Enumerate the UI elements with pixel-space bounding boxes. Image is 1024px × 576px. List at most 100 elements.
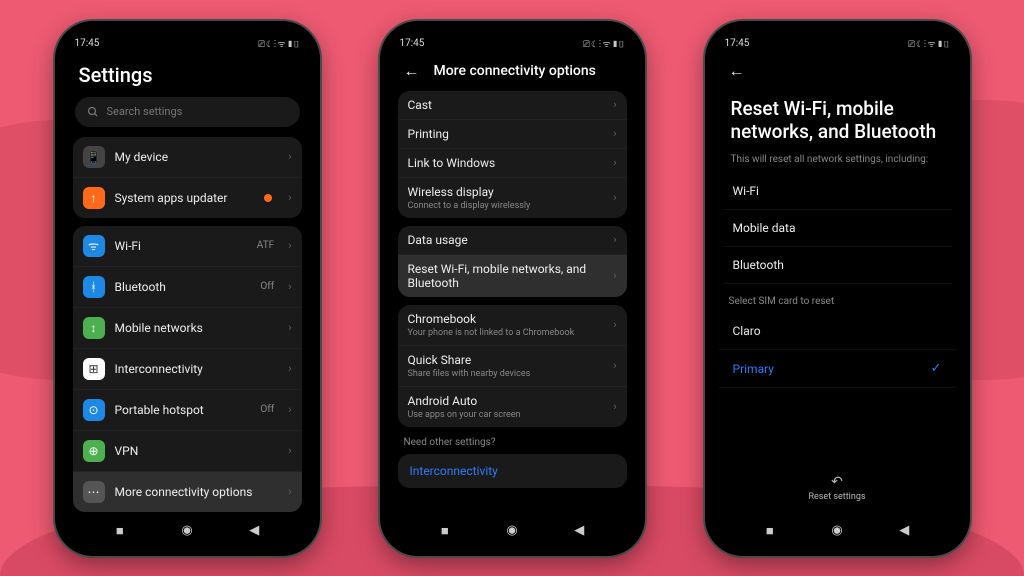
page-title: More connectivity options [434,63,596,79]
nav-back[interactable]: ◀ [569,523,589,538]
row-value: ATF [257,240,274,251]
nav-recent[interactable]: ■ [435,523,455,539]
interconnectivity-link[interactable]: Interconnectivity [398,454,627,488]
settings-row-system-apps-updater[interactable]: ↑ System apps updater › [73,178,302,218]
row-icon: ᚼ [83,276,105,298]
row-icon: ⊞ [83,358,105,380]
chevron-right-icon: › [613,318,616,331]
update-badge [264,194,272,202]
chevron-right-icon: › [288,239,291,252]
option-row-data-usage[interactable]: Data usage › [398,226,627,255]
row-label: Portable hotspot [115,403,251,417]
row-subtitle: Your phone is not linked to a Chromebook [408,328,604,338]
chevron-right-icon: › [288,444,291,457]
row-subtitle: Use apps on your car screen [408,410,604,420]
sim-option-claro[interactable]: Claro [719,313,956,350]
row-label: Wi-Fi [733,184,942,198]
row-subtitle: Share files with nearby devices [408,369,604,379]
chevron-right-icon: › [613,233,616,246]
chevron-right-icon: › [288,150,291,163]
row-icon: ⊙ [83,399,105,421]
settings-row-vpn[interactable]: ⊕VPN› [73,431,302,472]
row-label: Reset Wi-Fi, mobile networks, and Blueto… [408,262,604,290]
row-label: Chromebook [408,312,604,326]
page-description: This will reset all network settings, in… [719,154,956,173]
status-icons: ⎚ ☾ ⋮ ᯤ ▮▯ [908,37,950,50]
settings-row-mobile-networks[interactable]: ↕Mobile networks› [73,308,302,349]
settings-row-interconnectivity[interactable]: ⊞ Interconnectivity › [73,349,302,390]
row-label: Bluetooth [115,280,251,294]
back-button[interactable]: ← [729,61,745,81]
check-icon: ✓ [931,361,942,376]
reset-label: Reset settings [808,492,865,502]
settings-row-wi-fi[interactable]: ᯤ Wi-Fi ATF › [73,226,302,267]
row-value: Off [260,281,274,292]
row-label: Wireless display [408,185,604,199]
phone-notch [452,31,572,53]
row-label: VPN [115,444,279,458]
search-placeholder: Search settings [107,105,183,118]
option-row-android-auto[interactable]: Android AutoUse apps on your car screen› [398,387,627,427]
sim-label: Primary [733,362,774,376]
option-row-cast[interactable]: Cast› [398,91,627,120]
row-icon: ᯤ [83,235,105,257]
nav-back[interactable]: ◀ [244,523,264,538]
option-row-quick-share[interactable]: Quick Share Share files with nearby devic… [398,346,627,387]
option-row-chromebook[interactable]: Chromebook Your phone is not linked to a … [398,305,627,346]
row-icon: ↑ [83,187,105,209]
nav-home[interactable]: ◉ [827,523,847,538]
nav-home[interactable]: ◉ [177,523,197,538]
row-label: Data usage [408,233,604,247]
search-input[interactable]: Search settings [75,97,300,127]
chevron-right-icon: › [288,191,291,204]
option-row-link-to-windows[interactable]: Link to Windows› [398,149,627,178]
option-row-printing[interactable]: Printing › [398,120,627,149]
row-label: My device [115,150,279,164]
chevron-right-icon: › [613,359,616,372]
row-label: Quick Share [408,353,604,367]
settings-row-portable-hotspot[interactable]: ⊙ Portable hotspot Off › [73,390,302,431]
row-label: Printing [408,127,604,141]
settings-row-my-device[interactable]: 📱 My device › [73,137,302,178]
nav-recent[interactable]: ■ [760,523,780,539]
status-time: 17:45 [400,38,425,49]
phone-notch [127,31,247,53]
row-icon: ↕ [83,317,105,339]
row-icon: 📱 [83,146,105,168]
status-time: 17:45 [725,38,750,49]
row-label: Interconnectivity [115,362,279,376]
sim-option-primary[interactable]: Primary ✓ [719,350,956,388]
nav-home[interactable]: ◉ [502,523,522,538]
android-navbar: ■ ◉ ◀ [713,516,962,546]
status-icons: ⎚ ☾ ⋮ ᯤ ▮▯ [258,37,300,50]
reset-settings-button[interactable]: ↶ Reset settings [713,474,962,502]
settings-row-bluetooth[interactable]: ᚼBluetoothOff› [73,267,302,308]
chevron-right-icon: › [288,362,291,375]
settings-row-more-connectivity-options[interactable]: ⋯More connectivity options› [73,472,302,512]
sim-caption: Select SIM card to reset [719,294,956,313]
phone-3: 17:45 ⎚ ☾ ⋮ ᯤ ▮▯ ← Reset Wi-Fi, mobile n… [705,21,970,556]
option-row-reset-wi-fi-mobile-networks-and-bluetooth[interactable]: Reset Wi-Fi, mobile networks, and Blueto… [398,255,627,297]
chevron-right-icon: › [613,191,616,204]
chevron-right-icon: › [288,403,291,416]
option-row-wireless-display[interactable]: Wireless display Connect to a display wir… [398,178,627,218]
search-icon [87,106,99,118]
back-button[interactable]: ← [404,61,420,81]
status-icons: ⎚ ☾ ⋮ ᯤ ▮▯ [583,37,625,50]
reset-item-bluetooth: Bluetooth [723,247,952,284]
row-label: System apps updater [115,191,255,205]
row-label: Cast [408,98,604,112]
chevron-right-icon: › [613,127,616,140]
row-label: Wi-Fi [115,239,247,253]
row-value: Off [260,404,274,415]
nav-recent[interactable]: ■ [110,523,130,539]
chevron-right-icon: › [288,485,291,498]
row-subtitle: Connect to a display wirelessly [408,201,604,211]
row-label: Android Auto [408,394,604,408]
page-title: Settings [69,55,306,97]
nav-back[interactable]: ◀ [894,523,914,538]
page-title: Reset Wi-Fi, mobile networks, and Blueto… [719,91,956,155]
phone-notch [777,31,897,53]
row-label: Mobile data [733,221,942,235]
chevron-right-icon: › [288,321,291,334]
